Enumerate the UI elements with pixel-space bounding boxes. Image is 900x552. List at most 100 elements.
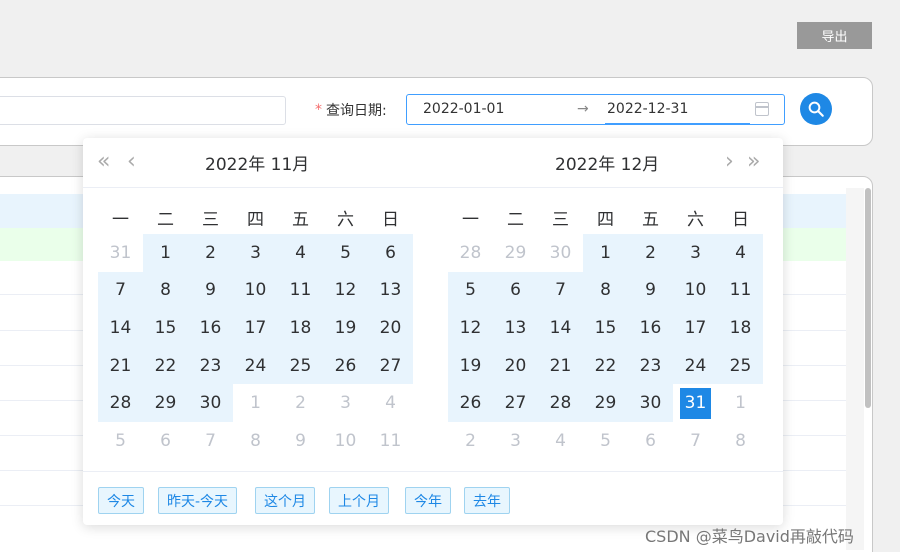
day-cell[interactable]: 16 <box>628 309 673 347</box>
day-cell[interactable]: 17 <box>673 309 718 347</box>
day-cell[interactable]: 1 <box>583 234 628 272</box>
day-cell[interactable]: 17 <box>233 309 278 347</box>
day-cell[interactable]: 7 <box>98 271 143 310</box>
day-cell[interactable]: 3 <box>233 234 278 272</box>
day-cell[interactable]: 28 <box>538 384 583 422</box>
day-cell[interactable]: 8 <box>583 271 628 310</box>
day-cell[interactable]: 2 <box>278 384 323 422</box>
shortcut-today[interactable]: 今天 <box>98 487 144 514</box>
day-cell[interactable]: 30 <box>538 234 583 272</box>
day-cell[interactable]: 10 <box>233 271 278 310</box>
day-cell[interactable]: 20 <box>368 309 413 347</box>
selected-day-cell[interactable]: 31 <box>673 384 718 422</box>
day-cell[interactable]: 5 <box>583 422 628 460</box>
day-cell[interactable]: 8 <box>233 422 278 460</box>
day-cell[interactable]: 2 <box>448 422 493 460</box>
day-cell[interactable]: 14 <box>538 309 583 347</box>
day-cell[interactable]: 12 <box>323 271 368 310</box>
day-cell[interactable]: 21 <box>98 346 143 385</box>
day-cell[interactable]: 11 <box>368 422 413 460</box>
day-cell[interactable]: 8 <box>718 422 763 460</box>
day-cell[interactable]: 18 <box>278 309 323 347</box>
day-cell[interactable]: 6 <box>493 271 538 310</box>
day-cell[interactable]: 4 <box>718 234 763 272</box>
day-cell[interactable]: 10 <box>323 422 368 460</box>
day-cell[interactable]: 13 <box>493 309 538 347</box>
scrollbar-thumb[interactable] <box>865 188 871 408</box>
end-date-input[interactable]: 2022-12-31 <box>607 101 688 117</box>
day-cell[interactable]: 6 <box>368 234 413 272</box>
start-date-input[interactable]: 2022-01-01 <box>423 101 504 117</box>
day-cell[interactable]: 3 <box>323 384 368 422</box>
filter-input[interactable] <box>0 96 286 125</box>
day-cell[interactable]: 3 <box>493 422 538 460</box>
day-cell[interactable]: 25 <box>278 346 323 385</box>
day-cell[interactable]: 25 <box>718 346 763 385</box>
day-cell[interactable]: 6 <box>628 422 673 460</box>
day-cell[interactable]: 14 <box>98 309 143 347</box>
day-cell[interactable]: 10 <box>673 271 718 310</box>
date-range-input[interactable]: 2022-01-01 → 2022-12-31 <box>406 94 785 125</box>
day-cell[interactable]: 5 <box>98 422 143 460</box>
next-year-button[interactable]: » <box>747 150 760 174</box>
next-month-button[interactable]: › <box>725 150 734 174</box>
day-cell[interactable]: 9 <box>278 422 323 460</box>
day-cell[interactable]: 8 <box>143 271 188 310</box>
shortcut-last-month[interactable]: 上个月 <box>329 487 389 514</box>
shortcut-last-year[interactable]: 去年 <box>464 487 510 514</box>
day-cell[interactable]: 4 <box>538 422 583 460</box>
day-cell[interactable]: 4 <box>278 234 323 272</box>
shortcut-yesterday-today[interactable]: 昨天-今天 <box>158 487 238 514</box>
day-cell[interactable]: 30 <box>188 384 233 422</box>
day-cell[interactable]: 12 <box>448 309 493 347</box>
day-cell[interactable]: 26 <box>323 346 368 385</box>
day-cell[interactable]: 22 <box>143 346 188 385</box>
day-cell[interactable]: 27 <box>493 384 538 422</box>
day-cell[interactable]: 27 <box>368 346 413 385</box>
day-cell[interactable]: 19 <box>448 346 493 385</box>
table-scrollbar[interactable] <box>846 188 864 550</box>
day-cell[interactable]: 18 <box>718 309 763 347</box>
day-cell[interactable]: 1 <box>233 384 278 422</box>
day-cell[interactable]: 28 <box>98 384 143 422</box>
day-cell[interactable]: 5 <box>323 234 368 272</box>
day-cell[interactable]: 29 <box>143 384 188 422</box>
day-cell[interactable]: 22 <box>583 346 628 385</box>
day-cell[interactable]: 15 <box>583 309 628 347</box>
day-cell[interactable]: 30 <box>628 384 673 422</box>
day-cell[interactable]: 11 <box>278 271 323 310</box>
day-cell[interactable]: 13 <box>368 271 413 310</box>
day-cell[interactable]: 11 <box>718 271 763 310</box>
day-cell[interactable]: 26 <box>448 384 493 422</box>
day-cell[interactable]: 1 <box>718 384 763 422</box>
day-cell[interactable]: 31 <box>98 234 143 272</box>
day-cell[interactable]: 7 <box>188 422 233 460</box>
day-cell[interactable]: 20 <box>493 346 538 385</box>
day-cell[interactable]: 2 <box>628 234 673 272</box>
day-cell[interactable]: 21 <box>538 346 583 385</box>
shortcut-this-month[interactable]: 这个月 <box>255 487 315 514</box>
day-cell[interactable]: 28 <box>448 234 493 272</box>
shortcut-this-year[interactable]: 今年 <box>405 487 451 514</box>
day-cell[interactable]: 29 <box>493 234 538 272</box>
day-cell[interactable]: 29 <box>583 384 628 422</box>
day-cell[interactable]: 9 <box>628 271 673 310</box>
day-cell[interactable]: 19 <box>323 309 368 347</box>
prev-month-button[interactable]: ‹ <box>127 150 136 174</box>
day-cell[interactable]: 16 <box>188 309 233 347</box>
day-cell[interactable]: 7 <box>673 422 718 460</box>
day-cell[interactable]: 7 <box>538 271 583 310</box>
prev-year-button[interactable]: « <box>97 150 110 174</box>
day-cell[interactable]: 24 <box>233 346 278 385</box>
day-cell[interactable]: 15 <box>143 309 188 347</box>
export-button[interactable]: 导出 <box>797 22 872 49</box>
day-cell[interactable]: 4 <box>368 384 413 422</box>
day-cell[interactable]: 24 <box>673 346 718 385</box>
day-cell[interactable]: 6 <box>143 422 188 460</box>
day-cell[interactable]: 3 <box>673 234 718 272</box>
day-cell[interactable]: 9 <box>188 271 233 310</box>
day-cell[interactable]: 23 <box>188 346 233 385</box>
day-cell[interactable]: 23 <box>628 346 673 385</box>
day-cell[interactable]: 2 <box>188 234 233 272</box>
day-cell[interactable]: 5 <box>448 271 493 310</box>
